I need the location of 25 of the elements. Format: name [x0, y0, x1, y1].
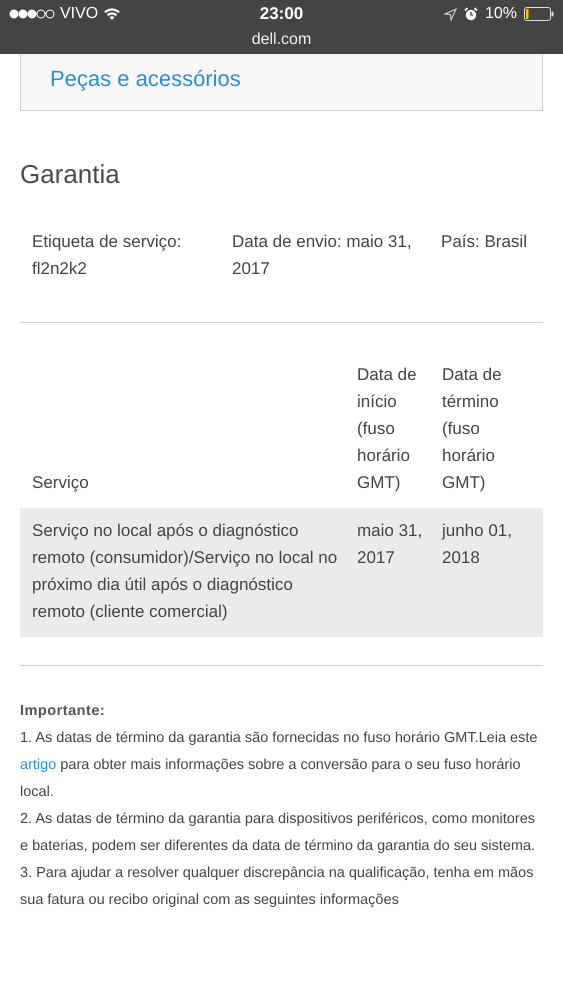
- article-link[interactable]: artigo: [20, 757, 56, 773]
- important-heading: Importante:: [20, 702, 106, 721]
- info-field-text: Data de envio: maio 31, 2017: [232, 231, 413, 280]
- signal-icon: [9, 9, 55, 19]
- parts-link[interactable]: Peças e acessórios: [50, 62, 241, 94]
- column-header: Data de término (fuso horário GMT): [442, 361, 543, 508]
- battery-icon: [524, 7, 554, 21]
- note-text: 1. As datas de término da garantia são fornecidas no fuso horário GMT.Leia este artigo para obter mais informações sobre a conversão para o seu fuso horário local.: [20, 729, 538, 802]
- location-arrow-icon: [444, 8, 457, 20]
- wifi-icon: [103, 7, 122, 21]
- note-text: 3. Para ajudar a resolver qualquer discrepância na qualificação, tenha em mãos sua fatura ou recibo original com as seguintes informações: [20, 864, 534, 910]
- battery-percentage: 10%: [484, 4, 517, 24]
- info-field-text: País: Brasil: [441, 231, 528, 253]
- address-url[interactable]: dell.com: [252, 28, 312, 52]
- section-title: Garantia: [20, 158, 121, 191]
- note-text: 2. As datas de término da garantia para dispositivos periféricos, como monitores e baterias, podem ser diferentes da data de término da garantia do seu sistema.: [20, 810, 536, 856]
- table-cell: Serviço no local após o diagnóstico remoto (consumidor)/Serviço no local no próximo dia útil após o diagnóstico remoto (cliente comercial): [20, 508, 357, 637]
- table-cell: junho 01, 2018: [442, 508, 543, 637]
- column-header: Serviço: [20, 361, 357, 508]
- clock-time: 23:00: [260, 3, 304, 26]
- alarm-clock-icon: [464, 7, 478, 21]
- carrier-name: VIVO: [60, 4, 98, 24]
- column-header: Data de início (fuso horário GMT): [357, 361, 442, 508]
- info-field-text: Etiqueta de serviço: fl2n2k2: [32, 231, 182, 280]
- table-cell: maio 31, 2017: [357, 508, 442, 637]
